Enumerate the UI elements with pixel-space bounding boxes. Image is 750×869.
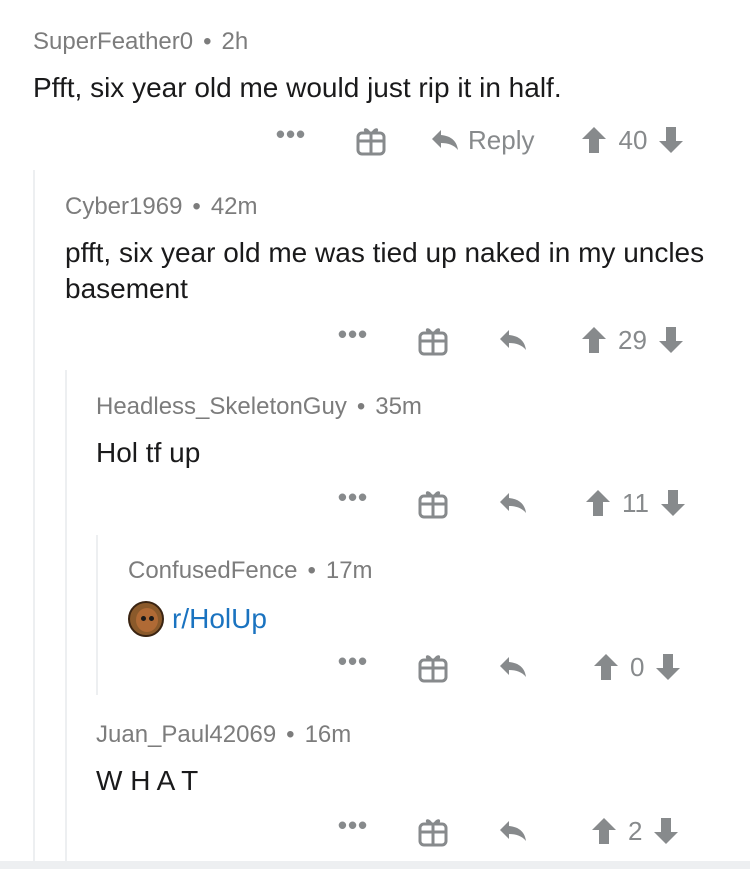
more-options-button[interactable]: ••• — [338, 484, 367, 514]
username[interactable]: SuperFeather0 — [33, 28, 193, 55]
upvote-icon — [582, 127, 607, 153]
avatar-eye-left — [141, 616, 146, 621]
comment-juan-paul42069: Juan_Paul42069 • 16m W H A T — [96, 721, 696, 799]
comment-cyber1969: Cyber1969 • 42m pfft, six year old me was … — [65, 193, 705, 307]
downvote-icon — [659, 127, 684, 153]
upvote-button[interactable] — [580, 125, 608, 155]
comment-meta: Headless_SkeletonGuy • 35m — [96, 393, 696, 421]
upvote-button[interactable] — [584, 488, 612, 518]
username[interactable]: Juan_Paul42069 — [96, 721, 276, 748]
vote-score: 2 — [628, 815, 643, 846]
username[interactable]: Headless_SkeletonGuy — [96, 393, 347, 420]
separator-dot: • — [356, 393, 366, 420]
comment-actions: ••• Reply 40 — [276, 120, 685, 160]
reply-button[interactable] — [498, 819, 528, 843]
avatar-eye-right — [149, 616, 154, 621]
comment-actions: ••• 11 — [338, 483, 687, 523]
downvote-button[interactable] — [654, 652, 682, 682]
comment-body: W H A T — [96, 765, 199, 796]
separator-dot: • — [307, 557, 316, 584]
avatar-face — [136, 608, 158, 632]
downvote-icon — [654, 818, 679, 844]
comment-actions: ••• 2 — [338, 811, 680, 851]
more-options-button[interactable]: ••• — [338, 321, 367, 351]
username[interactable]: Cyber1969 — [65, 193, 182, 220]
comment-body: pfft, six year old me was tied up naked … — [65, 237, 705, 304]
more-options-button[interactable]: ••• — [338, 812, 367, 842]
thread-line-level1[interactable] — [33, 170, 35, 861]
comment-headless-skeletonguy: Headless_SkeletonGuy • 35m Hol tf up — [96, 393, 696, 471]
reply-label: Reply — [468, 124, 535, 155]
reply-button[interactable] — [498, 491, 528, 515]
vote-score: 0 — [630, 651, 645, 682]
comment-body: Hol tf up — [96, 437, 201, 468]
gift-award-button[interactable] — [418, 815, 448, 847]
gift-icon — [418, 491, 448, 519]
reply-button[interactable]: Reply — [430, 125, 534, 156]
downvote-icon — [661, 490, 685, 516]
timestamp[interactable]: 2h — [222, 28, 249, 55]
downvote-button[interactable] — [659, 488, 687, 518]
vote-score: 40 — [618, 124, 648, 155]
upvote-icon — [586, 490, 610, 516]
comment-meta: Juan_Paul42069 • 16m — [96, 721, 696, 749]
username[interactable]: ConfusedFence — [128, 557, 297, 584]
reply-icon — [500, 330, 526, 350]
gift-award-button[interactable] — [356, 124, 386, 156]
vote-score: 11 — [622, 487, 649, 518]
separator-dot: • — [286, 721, 295, 748]
gift-icon — [418, 655, 448, 683]
subreddit-avatar-icon — [128, 601, 164, 637]
reply-icon — [500, 657, 526, 677]
gift-icon — [418, 328, 448, 356]
gift-award-button[interactable] — [418, 487, 448, 519]
subreddit-link-text[interactable]: r/HolUp — [172, 603, 267, 635]
comment-superfeather0: SuperFeather0 • 2h Pfft, six year old me w… — [33, 28, 713, 106]
downvote-button[interactable] — [657, 125, 685, 155]
downvote-icon — [658, 327, 683, 353]
timestamp[interactable]: 35m — [375, 393, 422, 420]
gift-award-button[interactable] — [418, 324, 448, 356]
reply-button[interactable] — [498, 328, 528, 352]
bottom-divider — [0, 861, 750, 869]
upvote-icon — [592, 818, 616, 844]
thread-line-level2[interactable] — [65, 370, 67, 861]
upvote-icon — [594, 654, 618, 680]
timestamp[interactable]: 42m — [211, 193, 258, 220]
upvote-button[interactable] — [592, 652, 620, 682]
separator-dot: • — [203, 28, 212, 55]
comment-actions: ••• 0 — [338, 647, 682, 687]
comment-actions: ••• 29 — [338, 320, 685, 360]
comment-meta: SuperFeather0 • 2h — [33, 28, 713, 56]
downvote-button[interactable] — [657, 325, 685, 355]
reply-icon — [432, 130, 458, 150]
downvote-icon — [656, 654, 681, 680]
more-options-button[interactable]: ••• — [338, 648, 367, 678]
comment-confusedfence: ConfusedFence • 17m r/HolUp — [128, 557, 688, 637]
upvote-button[interactable] — [590, 816, 618, 846]
comment-body: Pfft, six year old me would just rip it … — [33, 72, 562, 103]
comment-meta: Cyber1969 • 42m — [65, 193, 705, 221]
separator-dot: • — [192, 193, 201, 220]
reply-button[interactable] — [498, 655, 528, 679]
subreddit-link[interactable]: r/HolUp — [128, 601, 688, 637]
vote-score: 29 — [618, 324, 647, 355]
timestamp[interactable]: 16m — [305, 721, 352, 748]
thread-line-level3[interactable] — [96, 535, 98, 695]
comment-meta: ConfusedFence • 17m — [128, 557, 688, 585]
timestamp[interactable]: 17m — [326, 557, 373, 584]
gift-icon — [418, 819, 448, 847]
gift-icon — [356, 128, 386, 156]
downvote-button[interactable] — [652, 816, 680, 846]
upvote-icon — [582, 327, 606, 353]
reply-icon — [500, 821, 526, 841]
gift-award-button[interactable] — [418, 651, 448, 683]
reply-icon — [500, 493, 526, 513]
more-options-button[interactable]: ••• — [276, 121, 305, 151]
upvote-button[interactable] — [580, 325, 608, 355]
